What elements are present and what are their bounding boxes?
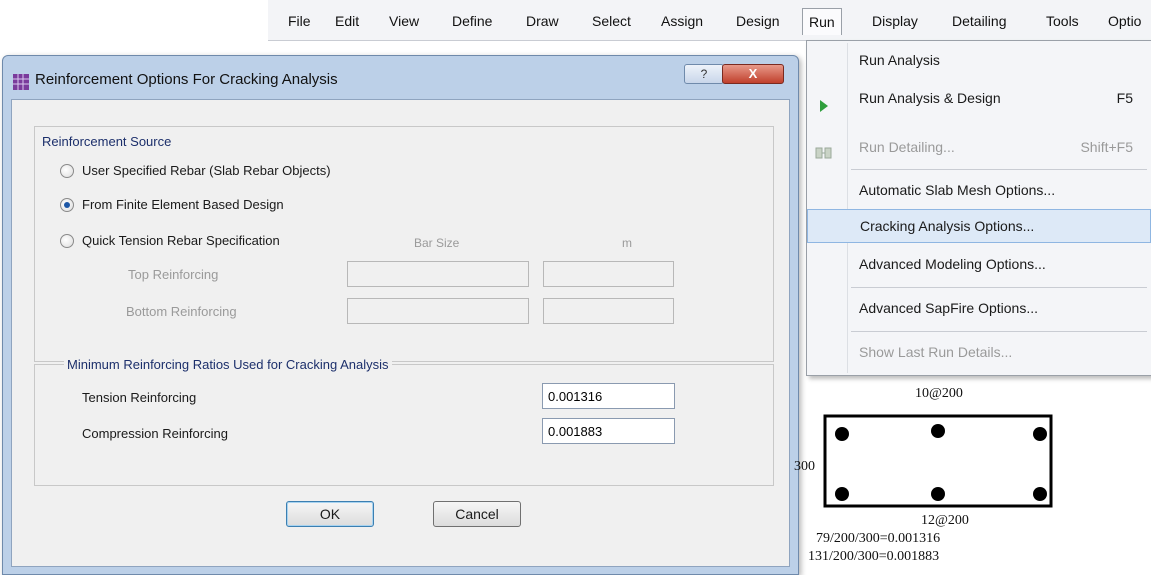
radio-label: Quick Tension Rebar Specification — [82, 233, 280, 248]
close-button[interactable]: X — [722, 64, 784, 84]
menu-separator — [851, 287, 1147, 288]
menu-item-run-analysis[interactable]: Run Analysis — [807, 45, 1151, 75]
rebar-dot — [835, 487, 849, 501]
detailing-icon — [815, 140, 833, 170]
rebar-dot — [1033, 487, 1047, 501]
menu-item-label: Advanced SapFire Options... — [859, 300, 1038, 316]
menu-item-shortcut: Shift+F5 — [1080, 139, 1133, 155]
dialog-body: Reinforcement Source User Specified Reba… — [11, 99, 790, 567]
rebar-dot — [931, 487, 945, 501]
menu-define[interactable]: Define — [446, 10, 498, 32]
dialog-title: Reinforcement Options For Cracking Analy… — [35, 71, 338, 88]
menu-tools[interactable]: Tools — [1040, 10, 1085, 32]
bottom-spacing-field[interactable] — [543, 298, 674, 324]
radio-button-selected[interactable] — [60, 198, 74, 212]
menu-item-show-last-run-details[interactable]: Show Last Run Details... — [807, 337, 1151, 367]
rebar-dot — [1033, 427, 1047, 441]
menu-item-label: Run Analysis & Design — [859, 90, 1001, 106]
slab-section-drawing — [823, 414, 1053, 508]
menu-separator — [851, 331, 1147, 332]
menu-view[interactable]: View — [383, 10, 425, 32]
tension-reinforcing-input[interactable] — [542, 383, 675, 409]
run-menu-dropdown: Run Analysis Run Analysis & Design F5 Ru… — [806, 40, 1151, 376]
top-bar-size-field[interactable] — [347, 261, 529, 287]
cancel-button[interactable]: Cancel — [433, 501, 521, 527]
menu-display[interactable]: Display — [866, 10, 924, 32]
menu-options[interactable]: Optio — [1102, 10, 1147, 32]
help-button[interactable]: ? — [684, 64, 724, 84]
menu-assign[interactable]: Assign — [655, 10, 709, 32]
menu-item-sapfire-options[interactable]: Advanced SapFire Options... — [807, 293, 1151, 323]
bar-size-header: Bar Size — [414, 236, 460, 250]
menu-bar: File Edit View Define Draw Select Assign… — [268, 0, 1151, 41]
rebar-dot — [835, 427, 849, 441]
cracking-options-dialog: Reinforcement Options For Cracking Analy… — [2, 55, 799, 575]
menu-detailing[interactable]: Detailing — [946, 10, 1012, 32]
menu-item-label: Show Last Run Details... — [859, 344, 1013, 360]
help-icon: ? — [700, 67, 708, 81]
menu-item-run-detailing[interactable]: Run Detailing... Shift+F5 — [807, 132, 1151, 162]
bottom-bar-size-field[interactable] — [347, 298, 529, 324]
rebar-dot — [931, 424, 945, 438]
radio-button[interactable] — [60, 164, 74, 178]
compression-reinforcing-input[interactable] — [542, 418, 675, 444]
menu-item-cracking-analysis-options[interactable]: Cracking Analysis Options... — [807, 209, 1151, 243]
compression-reinforcing-label: Compression Reinforcing — [82, 426, 228, 441]
bottom-reinforcing-label: Bottom Reinforcing — [126, 304, 237, 319]
menu-item-label: Run Detailing... — [859, 139, 955, 155]
menu-item-label: Cracking Analysis Options... — [860, 218, 1035, 234]
dialog-titlebar[interactable]: Reinforcement Options For Cracking Analy… — [3, 56, 798, 100]
menu-item-shortcut: F5 — [1116, 90, 1133, 106]
menu-item-run-analysis-design[interactable]: Run Analysis & Design F5 — [807, 83, 1151, 113]
minimum-ratios-title: Minimum Reinforcing Ratios Used for Crac… — [64, 357, 392, 372]
tension-reinforcing-label: Tension Reinforcing — [82, 390, 197, 405]
tension-ratio-calc: 79/200/300=0.001316 — [816, 531, 941, 546]
menu-edit[interactable]: Edit — [329, 10, 365, 32]
menu-run[interactable]: Run — [802, 8, 842, 35]
top-spacing-field[interactable] — [543, 261, 674, 287]
play-icon — [819, 92, 829, 122]
top-rebar-label: 10@200 — [915, 386, 963, 401]
reinforcement-source-title: Reinforcement Source — [42, 134, 172, 149]
section-depth-label: 300 — [794, 459, 815, 474]
menu-separator — [851, 169, 1147, 170]
spacing-header: m — [622, 236, 632, 250]
menu-item-advanced-modeling-options[interactable]: Advanced Modeling Options... — [807, 249, 1151, 279]
menu-item-label: Advanced Modeling Options... — [859, 256, 1046, 272]
ok-button[interactable]: OK — [286, 501, 374, 527]
menu-draw[interactable]: Draw — [520, 10, 565, 32]
close-icon: X — [748, 66, 758, 81]
menu-design[interactable]: Design — [730, 10, 786, 32]
menu-item-slab-mesh-options[interactable]: Automatic Slab Mesh Options... — [807, 175, 1151, 205]
bottom-rebar-label: 12@200 — [921, 513, 969, 528]
radio-label: User Specified Rebar (Slab Rebar Objects… — [82, 163, 331, 178]
radio-button[interactable] — [60, 234, 74, 248]
top-reinforcing-label: Top Reinforcing — [128, 267, 219, 282]
radio-label: From Finite Element Based Design — [82, 197, 284, 212]
app-icon — [13, 74, 29, 90]
menu-select[interactable]: Select — [586, 10, 637, 32]
compression-ratio-calc: 131/200/300=0.001883 — [808, 549, 940, 564]
menu-item-label: Automatic Slab Mesh Options... — [859, 182, 1056, 198]
menu-file[interactable]: File — [282, 10, 317, 32]
menu-item-label: Run Analysis — [859, 52, 940, 68]
